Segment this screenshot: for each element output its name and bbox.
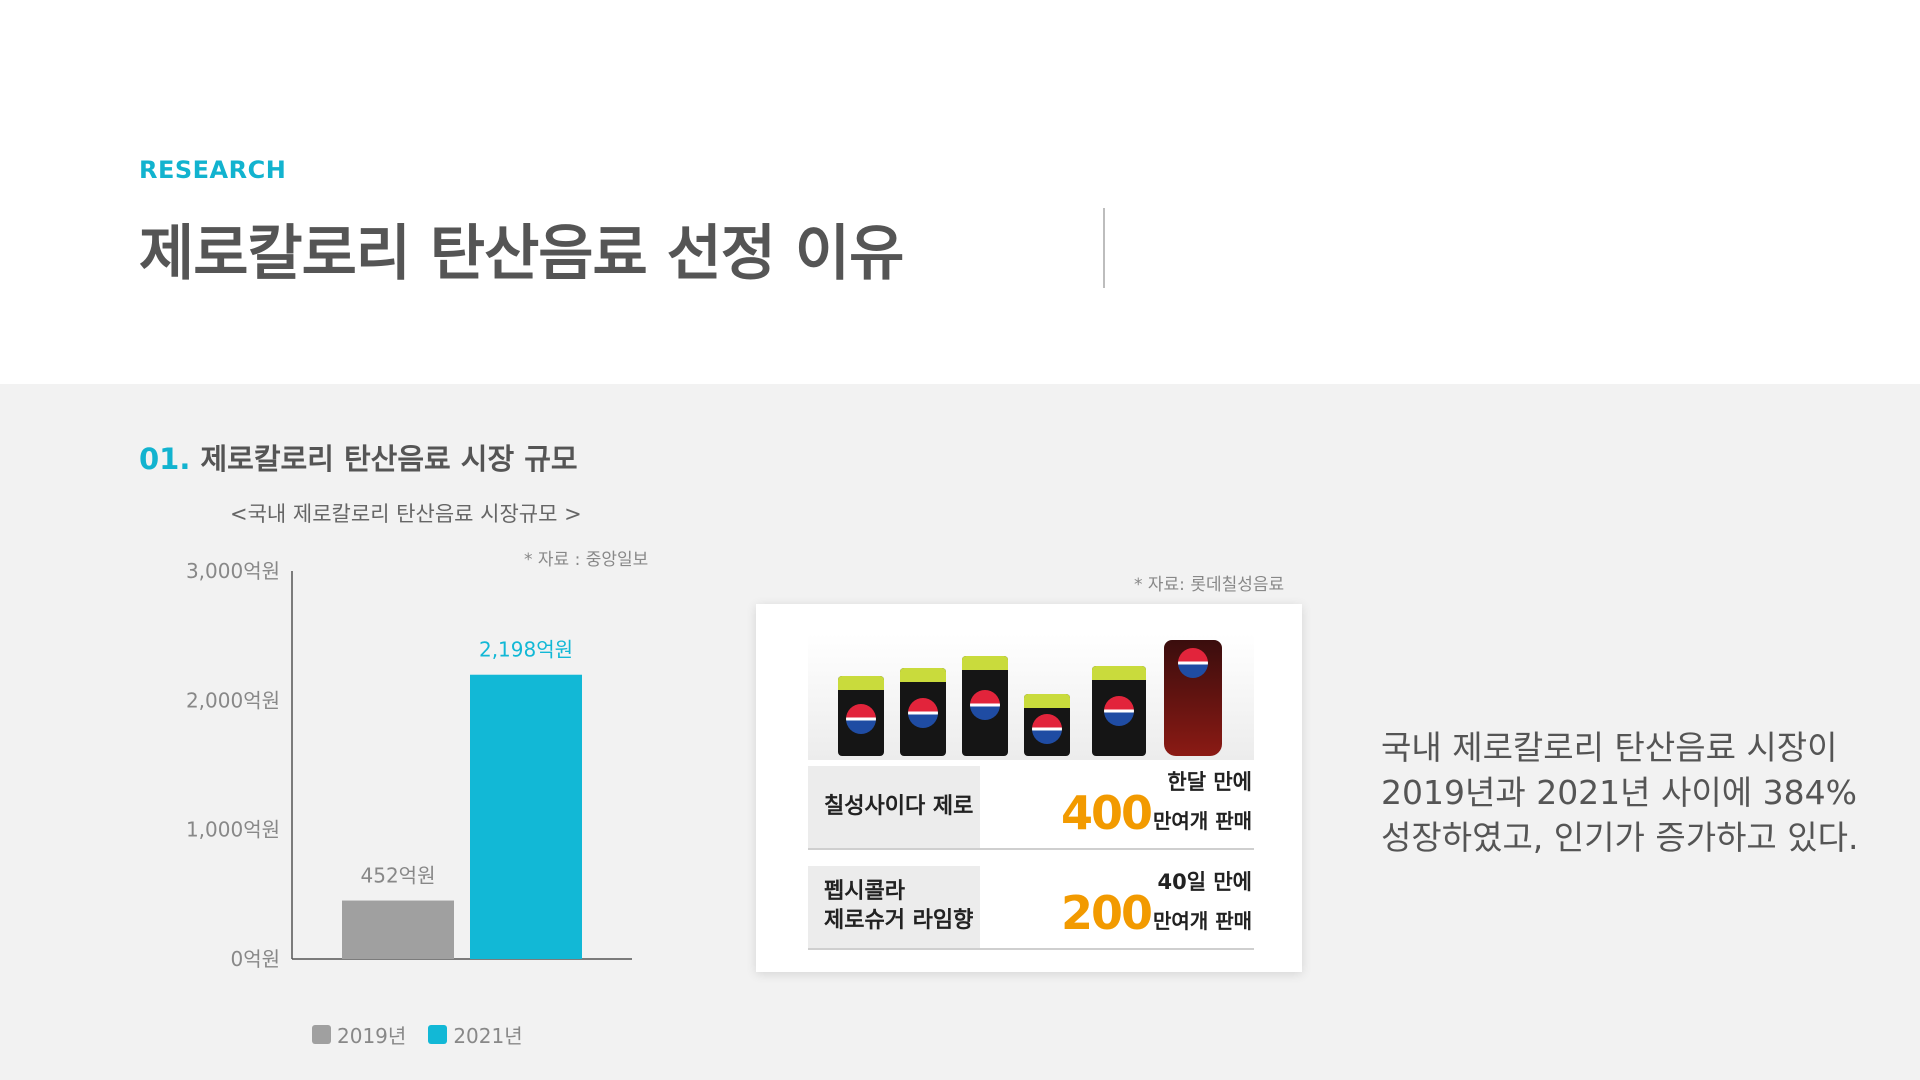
legend-label-2021: 2021년 [453,1024,523,1048]
sales-count-unit: 만여개 판매 [1153,809,1252,833]
description-line: 성장하였고, 인기가 증가하고 있다. [1381,818,1859,857]
sales-count-number: 200 [1061,886,1153,940]
product-name-line: 칠성사이다 제로 [824,793,974,819]
sales-image-card: 칠성사이다 제로 한달 만에 400 만여개 판매 펩시콜라 제로슈거 라임향 … [756,604,1302,972]
legend-item-2019: 2019년 [312,1020,406,1049]
legend-item-2021: 2021년 [428,1020,523,1049]
image-source: * 자료: 롯데칠성음료 [1134,575,1285,595]
sales-count: 400 만여개 판매 [1061,790,1252,836]
y-tick-label: 2,000억원 [186,688,280,712]
can-image [1092,666,1146,756]
legend-swatch-2021 [428,1025,448,1044]
bar-2021년 [470,674,582,959]
product-cans-image [808,634,1254,760]
product-name: 칠성사이다 제로 [808,766,980,848]
description-text: 국내 제로칼로리 탄산음료 시장이 2019년과 2021년 사이에 384% … [1381,725,1859,860]
product-name: 펩시콜라 제로슈거 라임향 [808,866,980,948]
legend-swatch-2019 [312,1025,331,1044]
can-image [838,676,884,756]
can-image [962,656,1008,756]
can-image [1024,694,1070,756]
sales-row: 칠성사이다 제로 한달 만에 400 만여개 판매 [808,762,1254,850]
bar-2019년 [342,900,454,959]
description-line: 국내 제로칼로리 탄산음료 시장이 [1381,728,1838,767]
data-label: 2,198억원 [479,638,573,662]
y-tick-label: 3,000억원 [186,559,280,583]
description-line: 2019년과 2021년 사이에 384% [1381,773,1857,812]
sales-count: 200 만여개 판매 [1061,890,1252,936]
chart-legend: 2019년 2021년 [312,1020,523,1049]
y-tick-label: 0억원 [230,947,280,971]
data-label: 452억원 [361,864,436,888]
y-tick-label: 1,000억원 [186,818,280,842]
legend-label-2019: 2019년 [337,1024,407,1048]
product-name-line: 펩시콜라 [824,879,905,905]
sales-row: 펩시콜라 제로슈거 라임향 40일 만에 200 만여개 판매 [808,862,1254,950]
sales-count-unit: 만여개 판매 [1153,909,1252,933]
can-image [900,668,946,756]
sales-count-number: 400 [1061,786,1153,840]
product-name-line: 제로슈거 라임향 [824,908,974,933]
bottle-image [1164,640,1222,756]
